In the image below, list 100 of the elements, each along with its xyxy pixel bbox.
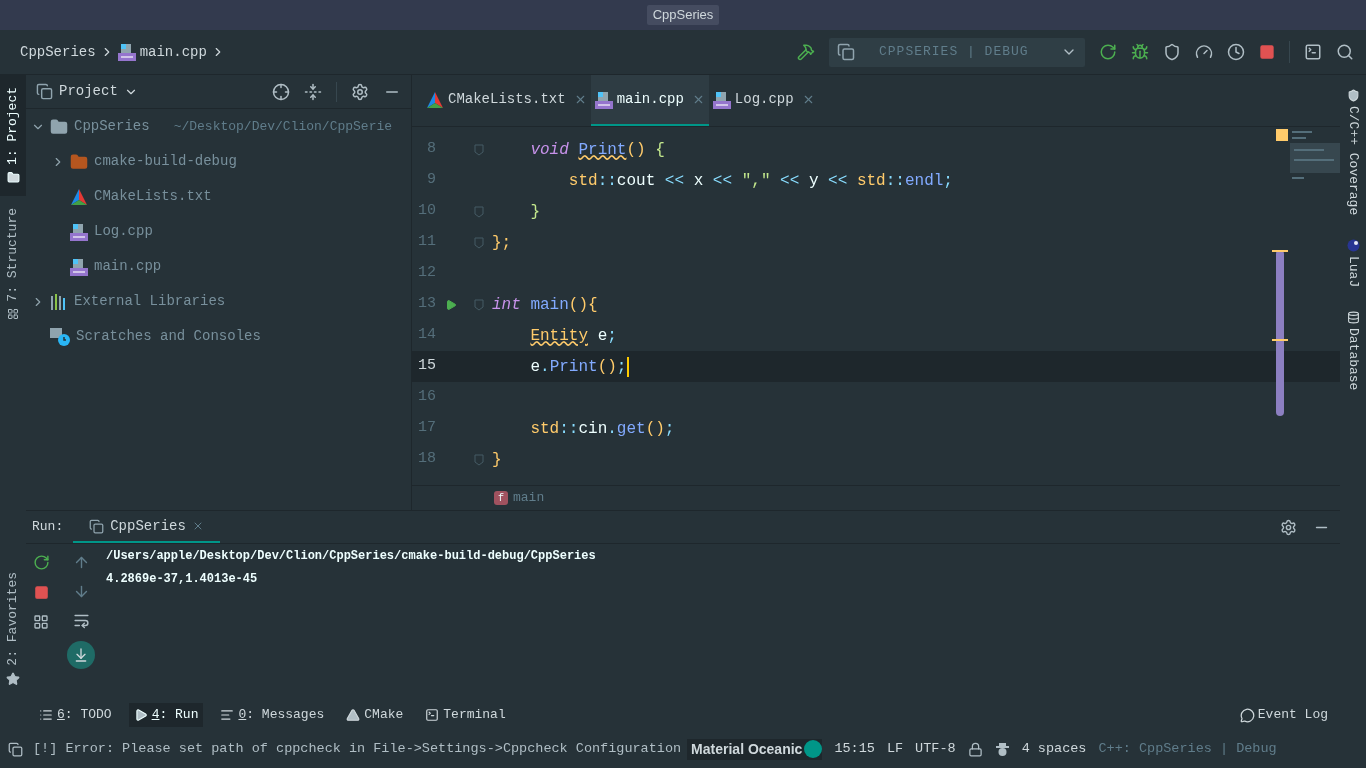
line-number: 9 (426, 170, 436, 191)
balloon-icon (1239, 707, 1255, 723)
cpp-file-icon (70, 222, 88, 241)
window-icon[interactable] (1304, 43, 1322, 61)
tool-tab[interactable]: CMake (341, 703, 409, 727)
code-line: }; (492, 232, 512, 254)
code-line: void Print() { (529, 139, 665, 161)
folder-icon (6, 171, 20, 184)
code-line: int main(){ (492, 294, 598, 316)
tool-window-tab[interactable]: 1: Project (0, 75, 26, 196)
text-cursor (627, 356, 630, 377)
cpp-file-icon (117, 43, 136, 61)
tool-window-tab[interactable]: 7: Structure (0, 196, 26, 332)
folder-icon (70, 152, 88, 171)
editor-tab[interactable]: Log.cpp (708, 75, 819, 126)
panel-label: Run: (31, 518, 65, 537)
line-number: 12 (417, 263, 436, 284)
tool-tab[interactable]: 0: Messages (215, 703, 330, 727)
rerun-icon[interactable] (32, 554, 50, 571)
function-badge: f (494, 491, 508, 505)
stop-icon[interactable] (33, 585, 49, 600)
tool-tab[interactable]: 4: Run (128, 703, 204, 727)
tree-item[interactable]: Scratches and Consoles (76, 326, 261, 347)
editor-tab[interactable]: main.cpp (590, 75, 709, 126)
tool-window-tab[interactable]: C/C++ Coverage (1343, 89, 1363, 216)
tool-window-tab[interactable]: LuaJ (1343, 239, 1363, 288)
editor-tab[interactable]: CMakeLists.txt (422, 75, 591, 126)
database-icon (1346, 311, 1360, 325)
indent-setting[interactable]: 4 spaces (1021, 738, 1087, 760)
wrap-icon[interactable] (72, 612, 90, 629)
cpp-file-icon (70, 257, 88, 276)
tool-tab[interactable]: Terminal (420, 703, 511, 727)
line-number: 13 (417, 294, 436, 315)
structure-icon (7, 307, 19, 320)
shield-icon (1346, 89, 1360, 102)
window-icon (89, 518, 105, 534)
line-number: 17 (417, 418, 436, 439)
scroll-to-end-button[interactable] (67, 641, 95, 669)
run-tab[interactable]: CppSeries (73, 511, 220, 543)
breadcrumb-item[interactable]: main.cpp (139, 41, 207, 63)
settings-icon[interactable] (1280, 518, 1297, 536)
line-number: 11 (417, 232, 436, 253)
status-message[interactable]: [!] Error: Please set path of cppcheck in File->Settings->Cppcheck Configuration (33, 738, 682, 760)
triangle-logo-icon (70, 187, 88, 206)
cpp-file-icon (712, 90, 731, 109)
line-number: 10 (417, 201, 436, 222)
console-output: /Users/apple/Desktop/Dev/Clion/CppSeries/cmake-build-debug/CppSeries (106, 548, 596, 565)
scroll-to-end-icon (73, 647, 89, 663)
triangle-logo-icon (426, 90, 444, 109)
tool-tab[interactable]: 6: TODO (34, 703, 117, 727)
stop-icon[interactable] (1259, 44, 1275, 60)
breadcrumb-item[interactable]: CppSeries (20, 41, 96, 63)
tree-item[interactable]: main.cpp (94, 256, 162, 277)
code-line: std::cin.get(); (529, 418, 675, 440)
tree-item[interactable]: CMakeLists.txt (94, 186, 212, 207)
project-path: ~/Desktop/Dev/Clion/CppSerie (173, 117, 393, 136)
tree-item[interactable]: Log.cpp (94, 221, 153, 242)
lock-icon[interactable] (967, 741, 983, 757)
window-icon (36, 83, 53, 100)
code-line: std::cout << x << "," << y << std::endl; (567, 170, 953, 192)
tree-item[interactable]: CppSeries (74, 116, 150, 137)
console-output: 4.2869e-37,1.4013e-45 (106, 571, 259, 588)
list-icon (39, 708, 53, 722)
line-number: 18 (417, 449, 436, 470)
collapse-all-icon[interactable] (304, 82, 322, 101)
code-line: e.Print(); (529, 356, 627, 378)
rerun-icon[interactable] (1099, 43, 1117, 61)
caret-position[interactable]: 15:15 (834, 738, 875, 760)
tool-window-tab[interactable]: 2: Favorites (3, 566, 23, 692)
line-number: 8 (426, 139, 436, 160)
triangle-icon (346, 708, 361, 722)
cpp-file-icon (594, 90, 613, 109)
run-icon (133, 708, 148, 722)
code-line: Entity e; (529, 325, 617, 347)
search-icon[interactable] (1336, 43, 1354, 61)
hammer-icon[interactable] (797, 43, 815, 61)
file-encoding[interactable]: UTF-8 (915, 738, 956, 760)
tree-item[interactable]: External Libraries (74, 291, 226, 312)
window-icon (837, 43, 855, 61)
locate-icon[interactable] (272, 82, 290, 101)
tool-window-tab[interactable]: Database (1343, 311, 1363, 391)
terminal-icon (425, 708, 440, 722)
line-number: 15 (417, 356, 436, 377)
line-number: 16 (417, 387, 436, 408)
moon-icon (1346, 239, 1360, 253)
folder-icon (50, 117, 68, 136)
window-title: CppSeries (646, 5, 720, 25)
run-icon[interactable] (445, 298, 457, 311)
theme-indicator[interactable]: Material Oceanic (687, 738, 823, 760)
layout-icon[interactable] (33, 614, 49, 630)
panel-title[interactable]: Project (59, 81, 118, 102)
star-icon (6, 672, 20, 686)
tree-item[interactable]: cmake-build-debug (94, 151, 237, 172)
libraries-icon (50, 293, 68, 310)
code-line: } (492, 449, 502, 471)
line-separator[interactable]: LF (886, 738, 904, 760)
event-log-button[interactable]: Event Log (1239, 705, 1328, 725)
bug-icon[interactable] (1131, 43, 1149, 61)
settings-icon[interactable] (351, 82, 369, 101)
window-icon[interactable] (8, 741, 23, 757)
